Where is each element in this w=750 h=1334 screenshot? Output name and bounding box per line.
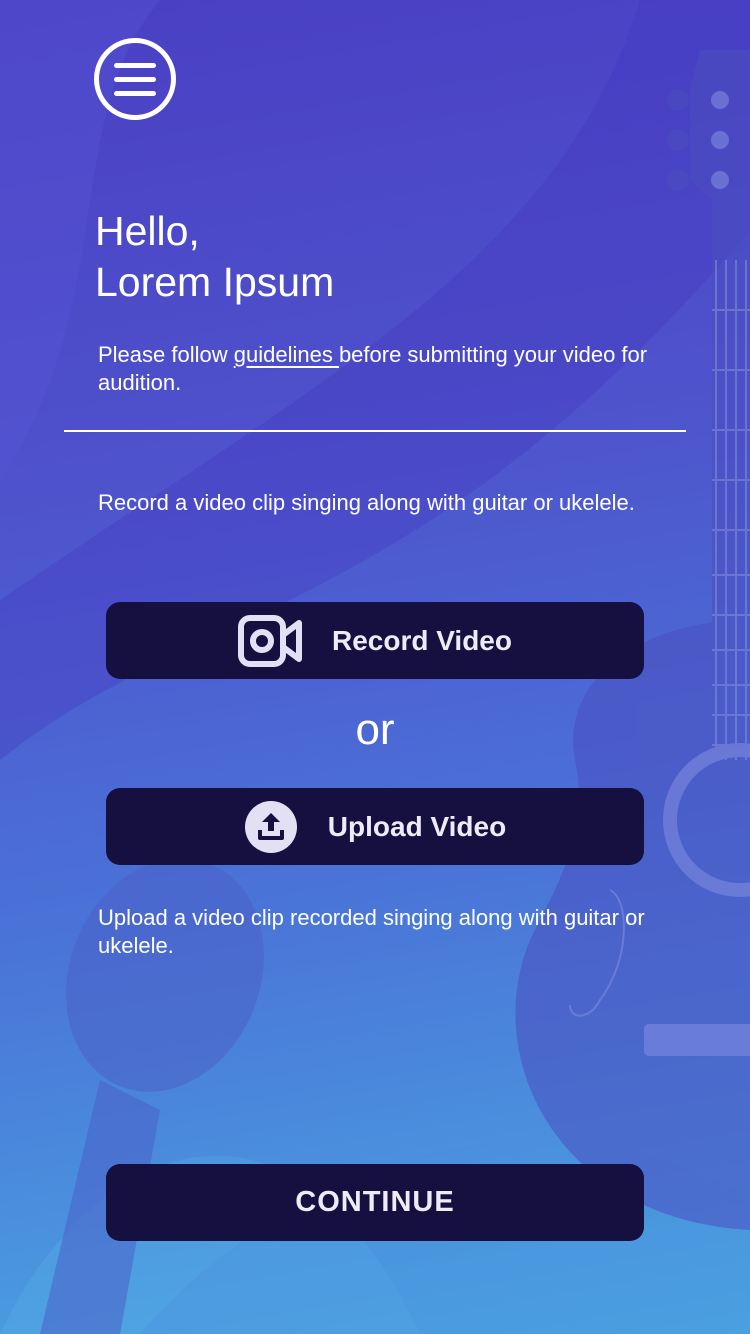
greeting-heading: Hello, Lorem Ipsum: [95, 206, 334, 308]
continue-label: CONTINUE: [295, 1186, 455, 1218]
menu-button[interactable]: [94, 38, 176, 120]
hamburger-icon-line: [114, 62, 156, 68]
guidelines-link[interactable]: guidelines: [234, 342, 339, 367]
divider: [64, 430, 686, 432]
record-description: Record a video clip singing along with g…: [98, 490, 635, 515]
video-camera-icon: [238, 614, 302, 667]
continue-button[interactable]: CONTINUE: [106, 1164, 644, 1241]
greeting-name: Lorem Ipsum: [95, 259, 335, 305]
record-video-button[interactable]: Record Video: [106, 602, 644, 679]
hamburger-icon-line: [114, 76, 156, 82]
record-video-label: Record Video: [332, 624, 512, 656]
upload-video-button[interactable]: Upload Video: [106, 788, 644, 865]
upload-description: Upload a video clip recorded singing alo…: [98, 905, 645, 958]
hamburger-icon-line: [114, 90, 156, 96]
upload-icon: [244, 800, 297, 853]
upload-video-label: Upload Video: [327, 810, 507, 842]
or-separator: or: [355, 705, 395, 754]
greeting-line-1: Hello,: [95, 208, 200, 254]
guidelines-note: Please follow guidelines before submitti…: [98, 341, 678, 397]
guidelines-prefix: Please follow: [98, 342, 234, 367]
